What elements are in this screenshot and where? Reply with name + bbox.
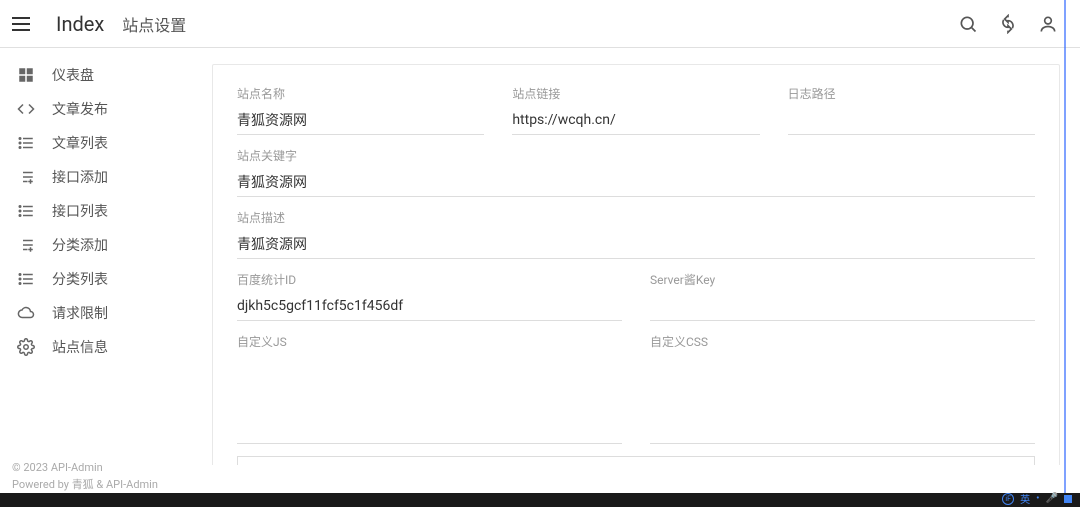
site-name-input[interactable]: [237, 106, 484, 135]
sidebar-item-label: 接口添加: [52, 167, 108, 187]
top-bar: Index 站点设置: [0, 0, 1080, 48]
field-label: 站点名称: [237, 85, 484, 102]
footer: © 2023 API-Admin Powered by 青狐 & API-Adm…: [12, 460, 158, 493]
field-baidu-id: 百度统计ID: [237, 271, 622, 321]
main-content: 站点名称 站点链接 日志路径 站点关键字: [200, 48, 1080, 465]
field-label: 站点关键字: [237, 147, 1035, 164]
ime-dot-icon: •: [1036, 493, 1039, 504]
ime-language: 英: [1020, 491, 1030, 506]
field-label: 百度统计ID: [237, 271, 622, 288]
add-list-icon: [16, 167, 36, 187]
list-icon: [16, 269, 36, 289]
footer-link-apiadmin[interactable]: API-Admin: [106, 478, 158, 491]
sidebar-item-label: 文章发布: [52, 99, 108, 119]
field-keywords: 站点关键字: [237, 147, 1035, 197]
ime-mic-icon: 🎤: [1046, 493, 1058, 504]
sidebar-item-label: 仪表盘: [52, 65, 94, 85]
field-site-name: 站点名称: [237, 85, 484, 135]
field-custom-js: 自定义JS: [237, 333, 622, 444]
field-label: 自定义JS: [237, 333, 622, 350]
site-link-input[interactable]: [512, 106, 759, 135]
sync-icon: [998, 14, 1018, 34]
field-custom-css: 自定义CSS: [650, 333, 1035, 444]
sidebar-item-post-list[interactable]: 文章列表: [0, 126, 200, 160]
baidu-id-input[interactable]: [237, 292, 622, 321]
window-edge-highlight: [1064, 0, 1066, 493]
cloud-icon: [16, 303, 36, 323]
log-path-input[interactable]: [788, 106, 1035, 135]
server-key-input[interactable]: [650, 292, 1035, 321]
field-description: 站点描述: [237, 209, 1035, 259]
menu-toggle-button[interactable]: [12, 12, 36, 36]
ime-grid-icon: [1064, 495, 1072, 503]
add-list-icon: [16, 235, 36, 255]
field-server-key: Server酱Key: [650, 271, 1035, 321]
code-icon: [16, 99, 36, 119]
sidebar-item-post-publish[interactable]: 文章发布: [0, 92, 200, 126]
person-icon: [1038, 14, 1058, 34]
page-title: 站点设置: [122, 12, 186, 36]
field-label: 日志路径: [788, 85, 1035, 102]
sidebar-item-api-add[interactable]: 接口添加: [0, 160, 200, 194]
field-label: Server酱Key: [650, 271, 1035, 288]
field-label: 自定义CSS: [650, 333, 1035, 350]
search-icon: [958, 14, 978, 34]
custom-js-textarea[interactable]: [237, 354, 622, 444]
sidebar: 仪表盘 文章发布 文章列表 接口添加 接口列表 分类添加 分类列表 请求限制: [0, 48, 200, 465]
dashboard-icon: [16, 65, 36, 85]
sidebar-item-dashboard[interactable]: 仪表盘: [0, 58, 200, 92]
list-icon: [16, 133, 36, 153]
os-taskbar: [0, 493, 1080, 507]
description-input[interactable]: [237, 230, 1035, 259]
sidebar-item-label: 请求限制: [52, 303, 108, 323]
sidebar-item-label: 接口列表: [52, 201, 108, 221]
footer-link-qinghu[interactable]: 青狐: [72, 478, 94, 491]
search-button[interactable]: [948, 4, 988, 44]
sidebar-item-category-add[interactable]: 分类添加: [0, 228, 200, 262]
sync-button[interactable]: [988, 4, 1028, 44]
submit-button[interactable]: 提交: [237, 456, 1035, 465]
sidebar-item-site-info[interactable]: 站点信息: [0, 330, 200, 364]
ime-indicator[interactable]: iF 英 • 🎤: [1002, 491, 1072, 506]
settings-form-card: 站点名称 站点链接 日志路径 站点关键字: [212, 64, 1060, 465]
field-site-link: 站点链接: [512, 85, 759, 135]
field-log-path: 日志路径: [788, 85, 1035, 135]
sidebar-item-rate-limit[interactable]: 请求限制: [0, 296, 200, 330]
ime-badge-icon: iF: [1002, 493, 1014, 505]
gear-icon: [16, 337, 36, 357]
footer-powered-by: Powered by 青狐 & API-Admin: [12, 477, 158, 494]
account-button[interactable]: [1028, 4, 1068, 44]
custom-css-textarea[interactable]: [650, 354, 1035, 444]
brand-title: Index: [56, 12, 104, 36]
sidebar-item-label: 文章列表: [52, 133, 108, 153]
sidebar-item-label: 分类列表: [52, 269, 108, 289]
list-icon: [16, 201, 36, 221]
sidebar-item-api-list[interactable]: 接口列表: [0, 194, 200, 228]
sidebar-item-label: 分类添加: [52, 235, 108, 255]
field-label: 站点链接: [512, 85, 759, 102]
footer-copyright: © 2023 API-Admin: [12, 460, 158, 477]
field-label: 站点描述: [237, 209, 1035, 226]
sidebar-item-label: 站点信息: [52, 337, 108, 357]
sidebar-item-category-list[interactable]: 分类列表: [0, 262, 200, 296]
keywords-input[interactable]: [237, 168, 1035, 197]
